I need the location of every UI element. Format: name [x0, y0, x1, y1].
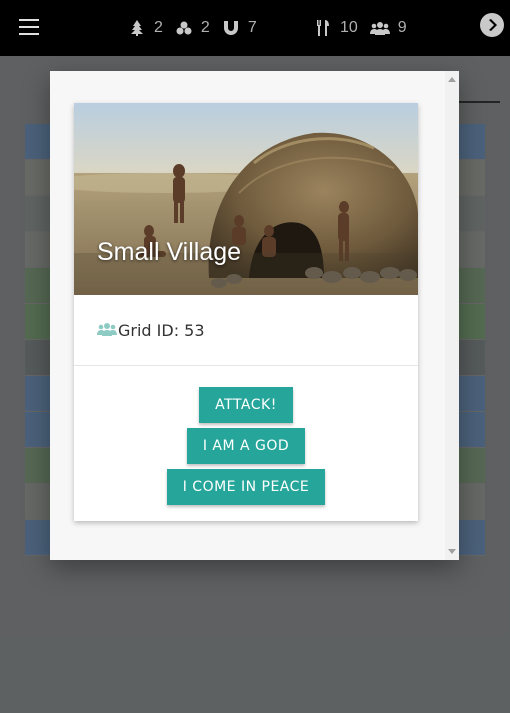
i-am-a-god-button[interactable]: I AM A GOD [186, 428, 306, 464]
scroll-down-arrow-icon[interactable] [448, 549, 456, 554]
population-stats: 10 9 [314, 0, 419, 56]
magnet-icon [222, 19, 240, 37]
tree-icon [128, 19, 146, 37]
card-actions: ATTACK! I AM A GOD I COME IN PEACE [74, 366, 418, 510]
scroll-up-arrow-icon[interactable] [448, 77, 456, 82]
stones-icon [175, 19, 193, 37]
card-content: Grid ID: 53 [74, 295, 418, 366]
people-icon [369, 19, 390, 37]
hamburger-menu-icon[interactable] [19, 19, 39, 35]
fork-knife-icon [314, 19, 332, 37]
stat-stone-value: 2 [200, 19, 210, 36]
card-title: Small Village [97, 238, 242, 266]
people-icon [97, 322, 117, 338]
stat-wood: 2 [128, 19, 163, 37]
i-come-in-peace-button[interactable]: I COME IN PEACE [166, 469, 326, 505]
grid-id-label: Grid ID: 53 [118, 320, 205, 340]
stat-wood-value: 2 [154, 19, 163, 36]
stat-population: 9 [369, 19, 407, 37]
village-card: Small Village Grid ID: 53 ATTACK! I AM A… [74, 103, 418, 521]
attack-button[interactable]: ATTACK! [199, 387, 293, 423]
next-arrow-icon[interactable] [480, 13, 504, 37]
stat-stone: 2 [175, 19, 210, 37]
stat-food-value: 10 [340, 19, 358, 36]
stat-metal-value: 7 [247, 19, 257, 36]
top-bar: 2 2 7 10 9 [0, 0, 510, 56]
modal-scrollbar[interactable] [445, 71, 459, 560]
stat-metal: 7 [222, 19, 257, 37]
stat-food: 10 [314, 19, 358, 37]
village-image: Small Village [74, 103, 418, 295]
village-modal: Small Village Grid ID: 53 ATTACK! I AM A… [50, 71, 459, 560]
resource-stats: 2 2 7 [128, 0, 269, 56]
stat-population-value: 9 [397, 19, 407, 36]
